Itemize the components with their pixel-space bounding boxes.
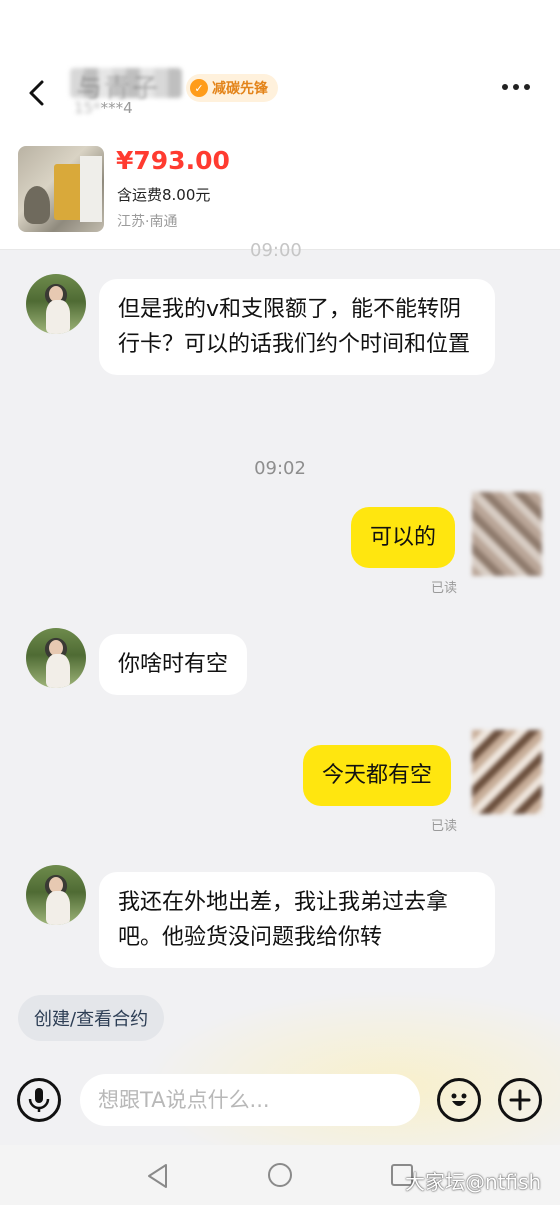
emoji-button[interactable] xyxy=(437,1078,481,1122)
contact-avatar[interactable] xyxy=(26,628,86,688)
contact-avatar[interactable] xyxy=(26,274,86,334)
contact-subtitle: 15****4 xyxy=(74,99,133,117)
leaf-icon: ✓ xyxy=(190,79,208,97)
watermark: 大家坛@ntfish xyxy=(405,1170,542,1194)
subtitle-blurred: 15* xyxy=(74,99,101,117)
decorative-glow xyxy=(140,990,560,1150)
message-input[interactable] xyxy=(80,1074,420,1126)
timestamp-partial: 09:00 xyxy=(250,240,302,261)
subtitle-visible: ***4 xyxy=(100,99,133,117)
carbon-badge[interactable]: ✓ 减碳先锋 xyxy=(186,74,278,102)
timestamp: 09:02 xyxy=(254,458,306,479)
smiley-icon xyxy=(451,1093,467,1106)
voice-button[interactable] xyxy=(17,1078,61,1122)
product-price: ¥793.00 xyxy=(116,146,230,175)
shipping-fee: 含运费8.00元 xyxy=(117,186,211,204)
badge-label: 减碳先锋 xyxy=(212,81,268,97)
contact-avatar[interactable] xyxy=(26,865,86,925)
product-thumbnail[interactable] xyxy=(18,146,104,232)
message-bubble-incoming[interactable]: 我还在外地出差，我让我弟过去拿吧。他验货没问题我给你转 xyxy=(99,872,495,968)
contract-button[interactable]: 创建/查看合约 xyxy=(18,995,165,1041)
plus-icon xyxy=(509,1089,531,1111)
chat-header: 与青子 15****4 ✓ 减碳先锋 ¥793.00 含运费8.00元 江苏·南… xyxy=(0,0,560,250)
back-arrow-icon[interactable] xyxy=(22,78,52,108)
seller-location: 江苏·南通 xyxy=(117,214,178,230)
more-options-icon[interactable] xyxy=(502,84,530,90)
nav-back-icon[interactable] xyxy=(146,1163,170,1189)
user-avatar[interactable] xyxy=(472,730,542,814)
microphone-icon xyxy=(28,1088,50,1112)
message-bubble-outgoing[interactable]: 今天都有空 xyxy=(303,745,452,806)
user-avatar[interactable] xyxy=(472,492,542,576)
message-bubble-incoming[interactable]: 你啥时有空 xyxy=(99,634,248,695)
more-actions-button[interactable] xyxy=(498,1078,542,1122)
message-bubble-incoming[interactable]: 但是我的v和支限额了，能不能转阴行卡？可以的话我们约个时间和位置 xyxy=(99,279,495,375)
read-status: 已读 xyxy=(431,819,458,834)
read-status: 已读 xyxy=(431,581,458,596)
nav-home-icon[interactable] xyxy=(268,1163,292,1187)
message-bubble-outgoing[interactable]: 可以的 xyxy=(351,507,456,568)
